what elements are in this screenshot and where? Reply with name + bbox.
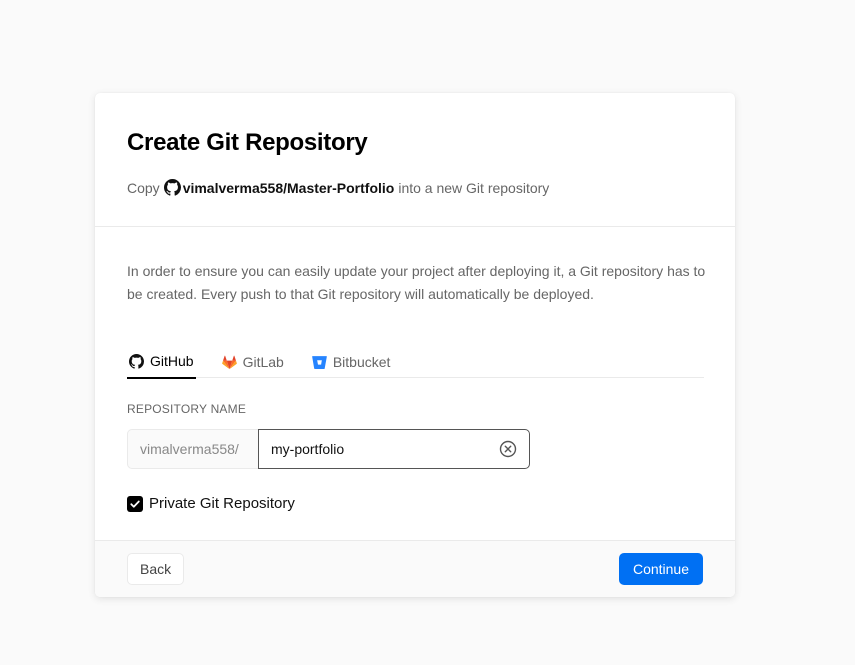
tab-bitbucket[interactable]: Bitbucket (310, 346, 393, 378)
tab-gitlab-label: GitLab (242, 354, 284, 370)
private-repo-checkbox[interactable] (127, 495, 143, 512)
checkmark-icon (130, 500, 140, 508)
github-icon (129, 353, 144, 369)
private-repo-checkbox-row[interactable]: Private Git Repository (127, 495, 703, 512)
dialog-title: Create Git Repository (127, 129, 368, 156)
repository-name-label: REPOSITORY NAME (127, 402, 247, 416)
clear-icon[interactable] (499, 440, 517, 458)
bitbucket-icon (312, 355, 327, 369)
back-button[interactable]: Back (127, 553, 185, 585)
tab-bitbucket-label: Bitbucket (332, 354, 391, 370)
github-icon (163, 179, 181, 196)
dialog-body: In order to ensure you can easily update… (95, 227, 735, 540)
private-repo-label: Private Git Repository (149, 495, 295, 512)
tab-github-label: GitHub (150, 353, 194, 369)
dialog-description: In order to ensure you can easily update… (127, 263, 706, 302)
create-git-repository-dialog: Create Git Repository Copy vimalverma558… (95, 93, 735, 597)
repository-name-input-wrapper (258, 429, 530, 469)
continue-button[interactable]: Continue (618, 553, 703, 585)
git-provider-tabs: GitHub GitLab Bitbucket (127, 346, 704, 379)
dialog-subtitle: Copy vimalverma558/Master-Portfolio into… (127, 179, 703, 196)
subtitle-prefix: Copy (127, 179, 160, 196)
subtitle-suffix: into a new Git repository (398, 179, 550, 196)
repository-name-input[interactable] (259, 430, 529, 468)
tab-github[interactable]: GitHub (127, 346, 196, 379)
repository-name-field: vimalverma558/ (127, 429, 703, 469)
dialog-header: Create Git Repository Copy vimalverma558… (95, 93, 735, 227)
source-repo-link[interactable]: vimalverma558/Master-Portfolio (183, 180, 395, 196)
dialog-footer: Back Continue (95, 540, 735, 597)
gitlab-icon (221, 355, 237, 369)
tab-gitlab[interactable]: GitLab (220, 346, 286, 378)
repository-owner-prefix: vimalverma558/ (127, 429, 258, 469)
